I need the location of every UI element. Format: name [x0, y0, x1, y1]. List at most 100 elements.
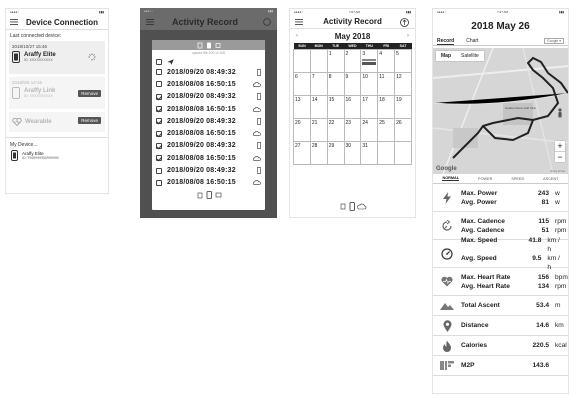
calendar-day[interactable]: 7 [309, 71, 328, 96]
record-row[interactable]: 2018/08/08 16:50:15 [152, 152, 265, 164]
record-list: 2018/09/20 08:49:32 2018/08/08 16:50:15 20… [152, 66, 265, 189]
terms-link[interactable]: Terms of Use [550, 170, 565, 173]
record-datetime: 2018/08/08 16:50:15 [167, 130, 236, 138]
calendar-day[interactable]: 2 [343, 48, 362, 73]
tab-speed[interactable]: SPEED [511, 177, 524, 181]
upload-icon[interactable] [400, 18, 409, 27]
record-checkbox[interactable] [156, 155, 162, 162]
calendar-day[interactable]: 31 [360, 140, 379, 165]
next-month-chevron-icon[interactable]: › [407, 33, 409, 39]
sync-icon[interactable] [263, 18, 271, 26]
day-number: 6 [295, 73, 298, 80]
remove-button[interactable]: Remove [78, 90, 101, 97]
record-row[interactable]: 2018/09/20 08:49:32 [152, 115, 265, 127]
calendar-day[interactable]: 25 [377, 117, 396, 142]
record-checkbox[interactable] [156, 106, 162, 113]
view-tabs: Record Chart Google ▾ [433, 37, 568, 46]
calendar-day [293, 48, 311, 73]
menu-icon[interactable] [10, 19, 18, 25]
tab-normal[interactable]: NORMAL [442, 176, 460, 181]
activity-bar[interactable] [362, 62, 377, 65]
remove-button[interactable]: Remove [78, 117, 101, 124]
map-type-satellite[interactable]: Satellite [456, 51, 484, 61]
calendar-day[interactable]: 5 [394, 48, 412, 73]
calendar-day[interactable]: 26 [394, 117, 412, 142]
calendar-day[interactable]: 21 [309, 117, 328, 142]
route-map[interactable]: Map Satellite Golden Dune Golf Club + − … [433, 48, 568, 174]
record-row[interactable]: 2018/09/20 08:49:32 [152, 140, 265, 152]
record-row[interactable]: 2018/08/08 16:50:15 [152, 103, 265, 115]
send-icon[interactable] [167, 58, 174, 65]
calendar-day[interactable]: 3 [360, 48, 379, 73]
calendar-day[interactable]: 27 [293, 140, 311, 165]
calendar-day[interactable]: 16 [343, 94, 362, 119]
map-place-label: Golden Dune Golf Club [505, 106, 537, 110]
stat-unit: w [555, 198, 560, 206]
record-checkbox[interactable] [156, 130, 162, 137]
record-checkbox[interactable] [156, 81, 162, 88]
tab-record[interactable]: Record [437, 38, 455, 45]
stat-label: Max. Cadence [461, 217, 505, 225]
map-source-dropdown[interactable]: Google ▾ [543, 38, 564, 44]
device-selector[interactable] [152, 40, 265, 50]
device-toggle-icon [340, 202, 366, 211]
menu-icon[interactable] [146, 19, 154, 25]
calendar-day[interactable]: 19 [394, 94, 412, 119]
calendar-day[interactable]: 4 [377, 48, 396, 73]
calendar-day[interactable]: 23 [343, 117, 362, 142]
record-row[interactable]: 2018/08/08 16:50:15 [152, 177, 265, 189]
tab-power[interactable]: POWER [478, 177, 492, 181]
tab-chart[interactable]: Chart [466, 38, 478, 44]
calendar-day[interactable]: 1 [326, 48, 345, 73]
calendar-day[interactable]: 14 [309, 94, 328, 119]
map-type-map[interactable]: Map [436, 51, 456, 61]
calendar-day[interactable]: 15 [326, 94, 345, 119]
calendar-day[interactable]: 20 [293, 117, 311, 142]
calendar-day[interactable]: 8 [326, 71, 345, 96]
calendar-day[interactable]: 13 [293, 94, 311, 119]
calendar-day[interactable]: 29 [326, 140, 345, 165]
record-checkbox[interactable] [156, 179, 162, 186]
day-number: 10 [362, 73, 368, 80]
last-connected-label: Last connected device: [6, 29, 108, 41]
select-all-checkbox[interactable] [156, 58, 162, 65]
calendar-day[interactable]: 17 [360, 94, 379, 119]
tab-ascent[interactable]: ASCENT [543, 177, 558, 181]
calendar-day[interactable]: 18 [377, 94, 396, 119]
record-row[interactable]: 2018/08/08 16:50:15 [152, 127, 265, 139]
my-device-item[interactable]: Araffy Elite ID: 7999999999999999 [6, 150, 108, 161]
record-row[interactable]: 2018/09/20 08:49:32 [152, 66, 265, 78]
record-row[interactable]: 2018/08/08 16:50:15 [152, 78, 265, 90]
calendar-day[interactable]: 28 [309, 140, 328, 165]
calendar-day[interactable]: 24 [360, 117, 379, 142]
device-card-link[interactable]: 2018/9/5 14:16 Araffy Link ID: XXXXXXXXX… [9, 77, 105, 109]
street-view-icon[interactable] [556, 108, 564, 118]
record-checkbox[interactable] [156, 69, 162, 76]
record-checkbox[interactable] [156, 167, 162, 174]
calendar-day[interactable]: 22 [326, 117, 345, 142]
device-card-elite[interactable]: 2018/10/27 15:46 Araffy Elite ID: XXXXXX… [9, 41, 105, 74]
zoom-out-button[interactable]: − [555, 152, 565, 162]
calendar-day[interactable]: 10 [360, 71, 379, 96]
prev-month-chevron-icon[interactable]: ‹ [296, 33, 298, 39]
footer-device-toggle[interactable] [152, 191, 265, 199]
calendar-day[interactable]: 6 [293, 71, 311, 96]
record-datetime: 2018/08/08 16:50:15 [167, 105, 236, 113]
record-row[interactable]: 2018/09/20 08:49:32 [152, 164, 265, 176]
device-id: ID: XXXXXXXXXX [24, 58, 53, 62]
activity-bar[interactable] [362, 58, 377, 61]
select-all-row[interactable] [152, 57, 265, 66]
record-row[interactable]: 2018/09/20 08:49:32 [152, 91, 265, 103]
device-card-wearable[interactable]: Wearable Remove [9, 112, 105, 132]
calendar-day[interactable]: 30 [343, 140, 362, 165]
footer-device-toggle[interactable] [290, 202, 415, 211]
calendar-day[interactable]: 9 [343, 71, 362, 96]
calendar-day[interactable]: 12 [394, 71, 412, 96]
record-checkbox[interactable] [156, 93, 162, 100]
calendar-day[interactable]: 11 [377, 71, 396, 96]
record-checkbox[interactable] [156, 118, 162, 125]
menu-icon[interactable] [295, 19, 303, 25]
record-checkbox[interactable] [156, 142, 162, 149]
zoom-in-button[interactable]: + [555, 141, 565, 152]
stat-label: M2P [461, 362, 475, 369]
